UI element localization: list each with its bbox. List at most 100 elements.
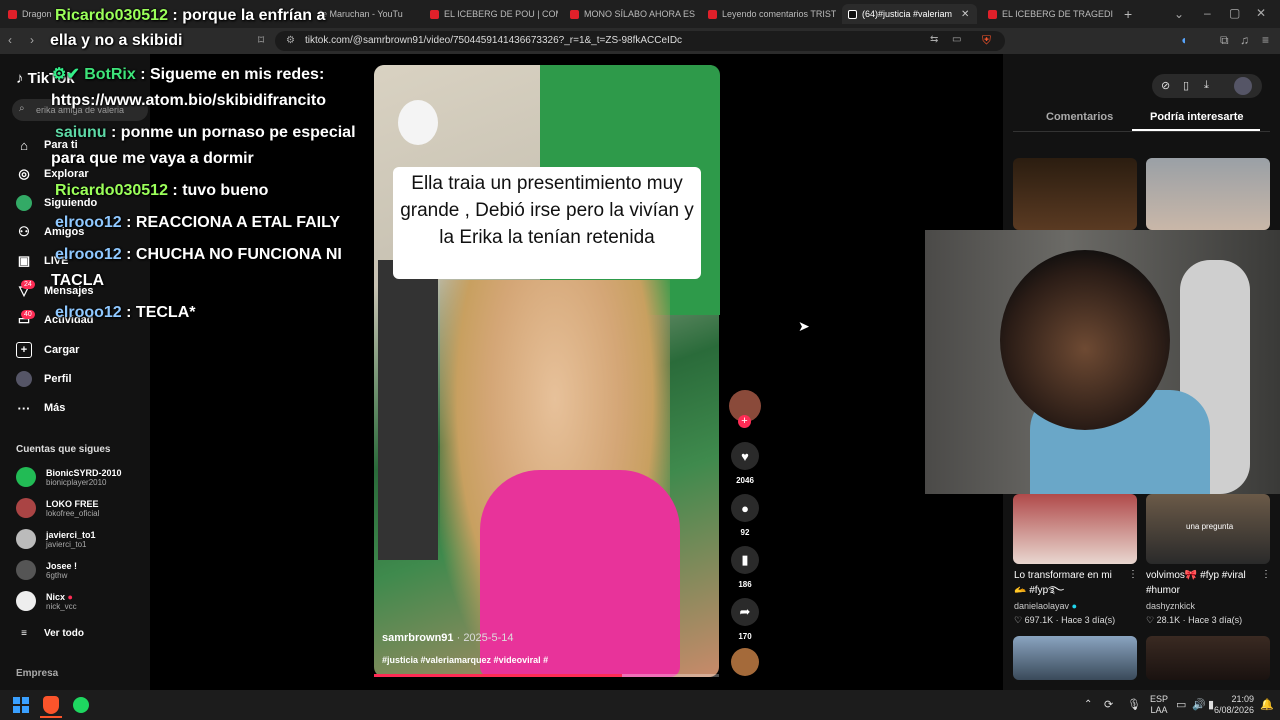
avatar — [16, 467, 36, 487]
video-thumbnail[interactable] — [1146, 158, 1270, 230]
browser-tab[interactable]: Leyendo comentarios TRISTES — [708, 4, 836, 24]
heart-outline-icon: ♡ — [1014, 615, 1023, 625]
music-disc-icon[interactable] — [731, 648, 759, 676]
comment-count: 92 — [740, 528, 750, 537]
browser-tab[interactable]: EL ICEBERG DE TRAGEDIAS EN — [988, 4, 1113, 24]
forward-icon[interactable]: › — [30, 33, 34, 47]
card-user[interactable]: danielaolayav ● — [1014, 601, 1077, 611]
company-link[interactable]: Empresa — [16, 668, 58, 679]
chat-message-continued: ella y no a skibidi — [50, 32, 183, 49]
share-button[interactable]: ➦ — [731, 598, 759, 626]
save-count: 186 — [738, 580, 752, 589]
bookmark-icon: ▮ — [741, 552, 749, 567]
video-thumbnail[interactable] — [1013, 636, 1137, 680]
microphone-icon[interactable]: 🎙 — [1127, 698, 1141, 711]
comment-button[interactable]: ● — [731, 494, 759, 522]
cast-icon[interactable]: ▭ — [952, 34, 961, 45]
heart-icon: ♥ — [741, 448, 749, 464]
close-tab-icon[interactable]: ✕ — [961, 9, 969, 20]
browser-tab[interactable]: MONO SÍLABO AHORA ES BA — [570, 4, 695, 24]
menu-icon[interactable]: ≡ — [1262, 33, 1269, 47]
site-info-icon[interactable]: ⚙ — [286, 35, 295, 46]
extensions-icon[interactable]: ⧉ — [1220, 33, 1229, 48]
language-indicator[interactable]: ESP LAA — [1150, 694, 1168, 716]
card-title[interactable]: Lo transformare en mi 🫴 #fyp࿐ — [1014, 568, 1126, 598]
new-tab-button[interactable]: + — [1124, 4, 1138, 24]
video-thumbnail[interactable] — [1146, 636, 1270, 680]
notification-icon[interactable]: 🔔 — [1260, 698, 1274, 711]
share-icon: ➦ — [739, 604, 751, 619]
browser-tab-active[interactable]: (64)#justicia #valeriam ✕ — [842, 4, 977, 24]
avatar — [16, 498, 36, 518]
more-options-icon[interactable]: ⋮ — [1128, 569, 1138, 580]
youtube-icon — [708, 9, 717, 19]
chat-link: https://www.atom.bio/skibidifrancito — [51, 92, 326, 109]
save-button[interactable]: ▮ — [731, 546, 759, 574]
browser-tab[interactable]: Dragon — [8, 4, 58, 24]
nav-cargar[interactable]: + Cargar — [16, 342, 79, 358]
close-window-icon[interactable]: ✕ — [1256, 6, 1266, 20]
translate-icon[interactable]: ⇆ — [930, 34, 938, 45]
bookmark-icon[interactable]: ⌑ — [258, 33, 264, 47]
comment-icon: ● — [741, 500, 749, 516]
card-title[interactable]: volvimos🎀 #fyp #viral #humor — [1146, 568, 1260, 598]
followed-account[interactable]: Josee ! 6gthw — [16, 560, 77, 580]
clock[interactable]: 21:09 6/08/2026 — [1212, 694, 1254, 716]
followed-account[interactable]: LOKO FREE lokofree_oficial — [16, 498, 99, 518]
nav-perfil[interactable]: Perfil — [16, 371, 72, 387]
tab-comentarios[interactable]: Comentarios — [1046, 111, 1113, 123]
tab-podria-interesarte[interactable]: Podría interesarte — [1150, 111, 1244, 123]
youtube-icon — [988, 9, 997, 19]
chevron-down-icon[interactable]: ⌄ — [1174, 7, 1184, 21]
sync-icon[interactable]: ⟳ — [1104, 698, 1113, 711]
live-dot-icon: ● — [67, 591, 73, 602]
tab-divider — [1013, 131, 1270, 132]
nav-mas[interactable]: ··· Más — [16, 400, 66, 416]
followed-account[interactable]: BionicSYRD-2010 bionicplayer2010 — [16, 467, 122, 487]
windows-start-icon[interactable] — [13, 697, 29, 713]
video-hashtags[interactable]: #justicia #valeriamarquez #videoviral # — [382, 655, 548, 665]
followed-account[interactable]: javierci_to1 javierci_to1 — [16, 529, 96, 549]
chat-message: elrooo12 : CHUCHA NO FUNCIONA NI — [55, 246, 342, 263]
video-progress-fill — [374, 674, 622, 677]
more-icon: ··· — [17, 400, 31, 416]
url-field[interactable]: tiktok.com/@samrbrown91/video/7504459141… — [275, 31, 1005, 51]
minimize-icon[interactable]: – — [1204, 6, 1211, 20]
card-user[interactable]: dashyznkick — [1146, 601, 1195, 611]
youtube-icon — [570, 9, 579, 19]
video-thumbnail[interactable] — [1013, 494, 1137, 564]
video-thumbnail[interactable]: una pregunta — [1146, 494, 1270, 564]
brave-shield-icon[interactable]: ⛨ — [982, 33, 991, 48]
back-icon[interactable]: ‹ — [8, 33, 12, 47]
compass-icon: ◎ — [18, 166, 30, 181]
phone-icon[interactable]: ▯ — [1183, 79, 1189, 92]
webcam-person-head — [1000, 250, 1170, 430]
browser-tab[interactable]: ie Maruchan - YouTu — [320, 4, 420, 24]
avatar — [16, 529, 36, 549]
network-icon[interactable]: ▭ — [1176, 698, 1186, 711]
like-button[interactable]: ♥ — [731, 442, 759, 470]
voice-icon[interactable]: ◖ — [1180, 33, 1187, 47]
list-icon: ≡ — [21, 627, 27, 639]
user-avatar[interactable] — [1234, 77, 1252, 95]
followed-account[interactable]: Nicx ● nick_vcc — [16, 591, 77, 611]
compass-icon[interactable]: ⊘ — [1161, 79, 1170, 92]
heart-outline-icon: ♡ — [1146, 615, 1155, 625]
more-options-icon[interactable]: ⋮ — [1261, 569, 1271, 580]
video-author[interactable]: samrbrown91 · 2025-5-14 — [382, 632, 513, 644]
media-icon[interactable]: ♫ — [1240, 33, 1249, 47]
download-icon[interactable]: ⤓ — [1204, 79, 1209, 92]
follow-plus-icon[interactable]: + — [738, 415, 751, 428]
maximize-icon[interactable]: ▢ — [1229, 6, 1240, 20]
brave-browser-icon[interactable] — [43, 696, 59, 714]
share-count: 170 — [738, 632, 752, 641]
chat-message: ⚙✔ BotRix : Sigueme en mis redes: — [52, 66, 325, 83]
video-person-top — [480, 470, 680, 677]
spotify-icon[interactable] — [73, 697, 89, 713]
volume-icon[interactable]: 🔊 — [1192, 698, 1206, 711]
video-thumbnail[interactable] — [1013, 158, 1137, 230]
browser-tab[interactable]: EL ICEBERG DE POU | COMPL — [430, 4, 558, 24]
tray-chevron-icon[interactable]: ⌃ — [1084, 699, 1092, 710]
see-all-link[interactable]: ≡ Ver todo — [16, 625, 84, 641]
following-icon — [16, 195, 32, 211]
